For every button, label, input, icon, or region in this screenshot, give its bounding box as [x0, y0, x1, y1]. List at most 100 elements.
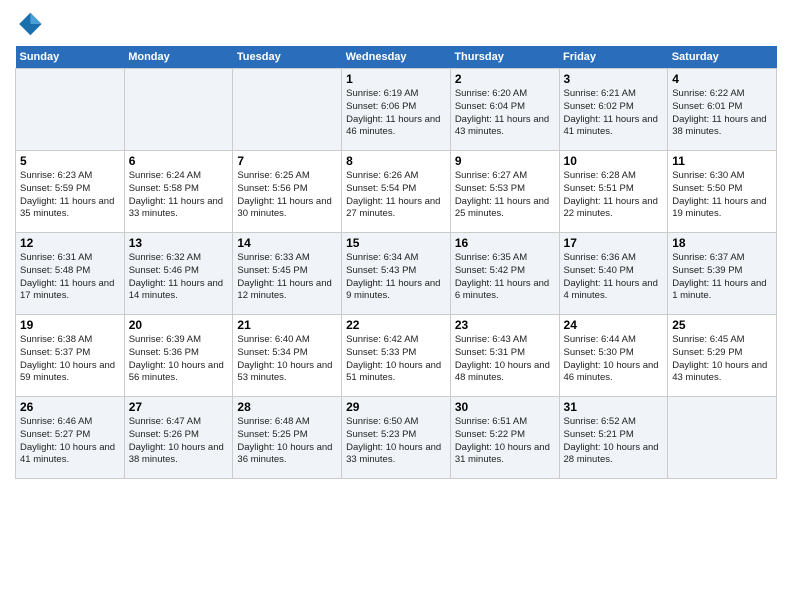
day-cell: 28 Sunrise: 6:48 AM Sunset: 5:25 PM Dayli… [233, 397, 342, 479]
weekday-thursday: Thursday [450, 46, 559, 69]
day-cell: 7 Sunrise: 6:25 AM Sunset: 5:56 PM Daylig… [233, 151, 342, 233]
day-number: 17 [564, 236, 664, 250]
day-cell: 17 Sunrise: 6:36 AM Sunset: 5:40 PM Dayli… [559, 233, 668, 315]
day-number: 13 [129, 236, 229, 250]
day-cell [124, 69, 233, 151]
day-number: 31 [564, 400, 664, 414]
weekday-monday: Monday [124, 46, 233, 69]
week-row-1: 1 Sunrise: 6:19 AM Sunset: 6:06 PM Daylig… [16, 69, 777, 151]
day-cell: 11 Sunrise: 6:30 AM Sunset: 5:50 PM Dayli… [668, 151, 777, 233]
day-cell: 16 Sunrise: 6:35 AM Sunset: 5:42 PM Dayli… [450, 233, 559, 315]
day-number: 19 [20, 318, 120, 332]
weekday-friday: Friday [559, 46, 668, 69]
day-cell [668, 397, 777, 479]
day-info: Sunrise: 6:31 AM Sunset: 5:48 PM Dayligh… [20, 252, 120, 303]
day-info: Sunrise: 6:25 AM Sunset: 5:56 PM Dayligh… [237, 170, 337, 221]
day-cell: 18 Sunrise: 6:37 AM Sunset: 5:39 PM Dayli… [668, 233, 777, 315]
day-number: 4 [672, 72, 772, 86]
day-cell: 19 Sunrise: 6:38 AM Sunset: 5:37 PM Dayli… [16, 315, 125, 397]
calendar-body: 1 Sunrise: 6:19 AM Sunset: 6:06 PM Daylig… [16, 69, 777, 479]
day-cell: 26 Sunrise: 6:46 AM Sunset: 5:27 PM Dayli… [16, 397, 125, 479]
day-info: Sunrise: 6:45 AM Sunset: 5:29 PM Dayligh… [672, 334, 772, 385]
day-number: 26 [20, 400, 120, 414]
day-info: Sunrise: 6:20 AM Sunset: 6:04 PM Dayligh… [455, 88, 555, 139]
day-cell: 24 Sunrise: 6:44 AM Sunset: 5:30 PM Dayli… [559, 315, 668, 397]
header [15, 10, 777, 38]
day-number: 27 [129, 400, 229, 414]
day-cell: 29 Sunrise: 6:50 AM Sunset: 5:23 PM Dayli… [342, 397, 451, 479]
day-cell [233, 69, 342, 151]
day-cell: 9 Sunrise: 6:27 AM Sunset: 5:53 PM Daylig… [450, 151, 559, 233]
day-info: Sunrise: 6:46 AM Sunset: 5:27 PM Dayligh… [20, 416, 120, 467]
day-number: 10 [564, 154, 664, 168]
day-info: Sunrise: 6:39 AM Sunset: 5:36 PM Dayligh… [129, 334, 229, 385]
day-cell: 22 Sunrise: 6:42 AM Sunset: 5:33 PM Dayli… [342, 315, 451, 397]
day-cell: 23 Sunrise: 6:43 AM Sunset: 5:31 PM Dayli… [450, 315, 559, 397]
day-info: Sunrise: 6:34 AM Sunset: 5:43 PM Dayligh… [346, 252, 446, 303]
day-number: 30 [455, 400, 555, 414]
day-info: Sunrise: 6:47 AM Sunset: 5:26 PM Dayligh… [129, 416, 229, 467]
day-cell [16, 69, 125, 151]
weekday-tuesday: Tuesday [233, 46, 342, 69]
day-number: 11 [672, 154, 772, 168]
day-number: 20 [129, 318, 229, 332]
day-info: Sunrise: 6:51 AM Sunset: 5:22 PM Dayligh… [455, 416, 555, 467]
day-number: 7 [237, 154, 337, 168]
day-info: Sunrise: 6:48 AM Sunset: 5:25 PM Dayligh… [237, 416, 337, 467]
day-cell: 27 Sunrise: 6:47 AM Sunset: 5:26 PM Dayli… [124, 397, 233, 479]
day-info: Sunrise: 6:27 AM Sunset: 5:53 PM Dayligh… [455, 170, 555, 221]
day-info: Sunrise: 6:30 AM Sunset: 5:50 PM Dayligh… [672, 170, 772, 221]
day-number: 18 [672, 236, 772, 250]
calendar-header: SundayMondayTuesdayWednesdayThursdayFrid… [16, 46, 777, 69]
day-cell: 2 Sunrise: 6:20 AM Sunset: 6:04 PM Daylig… [450, 69, 559, 151]
day-cell: 21Sunrise: 6:40 AM Sunset: 5:34 PM Dayli… [233, 315, 342, 397]
day-number: 5 [20, 154, 120, 168]
day-number: 25 [672, 318, 772, 332]
day-info: Sunrise: 6:38 AM Sunset: 5:37 PM Dayligh… [20, 334, 120, 385]
day-number: 16 [455, 236, 555, 250]
day-number: 22 [346, 318, 446, 332]
day-number: 9 [455, 154, 555, 168]
day-info: Sunrise: 6:23 AM Sunset: 5:59 PM Dayligh… [20, 170, 120, 221]
day-number: 24 [564, 318, 664, 332]
day-info: Sunrise: 6:42 AM Sunset: 5:33 PM Dayligh… [346, 334, 446, 385]
day-info: Sunrise: 6:33 AM Sunset: 5:45 PM Dayligh… [237, 252, 337, 303]
day-cell: 12 Sunrise: 6:31 AM Sunset: 5:48 PM Dayli… [16, 233, 125, 315]
day-info: Sunrise: 6:40 AM Sunset: 5:34 PM Dayligh… [237, 334, 337, 385]
day-number: 14 [237, 236, 337, 250]
day-cell: 13 Sunrise: 6:32 AM Sunset: 5:46 PM Dayli… [124, 233, 233, 315]
weekday-wednesday: Wednesday [342, 46, 451, 69]
day-info: Sunrise: 6:50 AM Sunset: 5:23 PM Dayligh… [346, 416, 446, 467]
day-info: Sunrise: 6:35 AM Sunset: 5:42 PM Dayligh… [455, 252, 555, 303]
week-row-5: 26 Sunrise: 6:46 AM Sunset: 5:27 PM Dayli… [16, 397, 777, 479]
week-row-4: 19 Sunrise: 6:38 AM Sunset: 5:37 PM Dayli… [16, 315, 777, 397]
calendar-table: SundayMondayTuesdayWednesdayThursdayFrid… [15, 46, 777, 479]
logo-icon [15, 10, 43, 38]
day-number: 23 [455, 318, 555, 332]
day-info: Sunrise: 6:36 AM Sunset: 5:40 PM Dayligh… [564, 252, 664, 303]
page: SundayMondayTuesdayWednesdayThursdayFrid… [0, 0, 792, 612]
day-cell: 3 Sunrise: 6:21 AM Sunset: 6:02 PM Daylig… [559, 69, 668, 151]
day-cell: 8Sunrise: 6:26 AM Sunset: 5:54 PM Daylig… [342, 151, 451, 233]
weekday-sunday: Sunday [16, 46, 125, 69]
day-number: 12 [20, 236, 120, 250]
day-number: 2 [455, 72, 555, 86]
day-info: Sunrise: 6:19 AM Sunset: 6:06 PM Dayligh… [346, 88, 446, 139]
day-cell: 31Sunrise: 6:52 AM Sunset: 5:21 PM Dayli… [559, 397, 668, 479]
day-number: 29 [346, 400, 446, 414]
day-number: 3 [564, 72, 664, 86]
day-info: Sunrise: 6:37 AM Sunset: 5:39 PM Dayligh… [672, 252, 772, 303]
day-number: 1 [346, 72, 446, 86]
weekday-header-row: SundayMondayTuesdayWednesdayThursdayFrid… [16, 46, 777, 69]
day-info: Sunrise: 6:28 AM Sunset: 5:51 PM Dayligh… [564, 170, 664, 221]
day-info: Sunrise: 6:32 AM Sunset: 5:46 PM Dayligh… [129, 252, 229, 303]
day-cell: 20 Sunrise: 6:39 AM Sunset: 5:36 PM Dayli… [124, 315, 233, 397]
week-row-3: 12 Sunrise: 6:31 AM Sunset: 5:48 PM Dayli… [16, 233, 777, 315]
day-info: Sunrise: 6:43 AM Sunset: 5:31 PM Dayligh… [455, 334, 555, 385]
day-info: Sunrise: 6:44 AM Sunset: 5:30 PM Dayligh… [564, 334, 664, 385]
day-info: Sunrise: 6:22 AM Sunset: 6:01 PM Dayligh… [672, 88, 772, 139]
day-number: 28 [237, 400, 337, 414]
day-info: Sunrise: 6:21 AM Sunset: 6:02 PM Dayligh… [564, 88, 664, 139]
day-cell: 4 Sunrise: 6:22 AM Sunset: 6:01 PM Daylig… [668, 69, 777, 151]
day-number: 8 [346, 154, 446, 168]
